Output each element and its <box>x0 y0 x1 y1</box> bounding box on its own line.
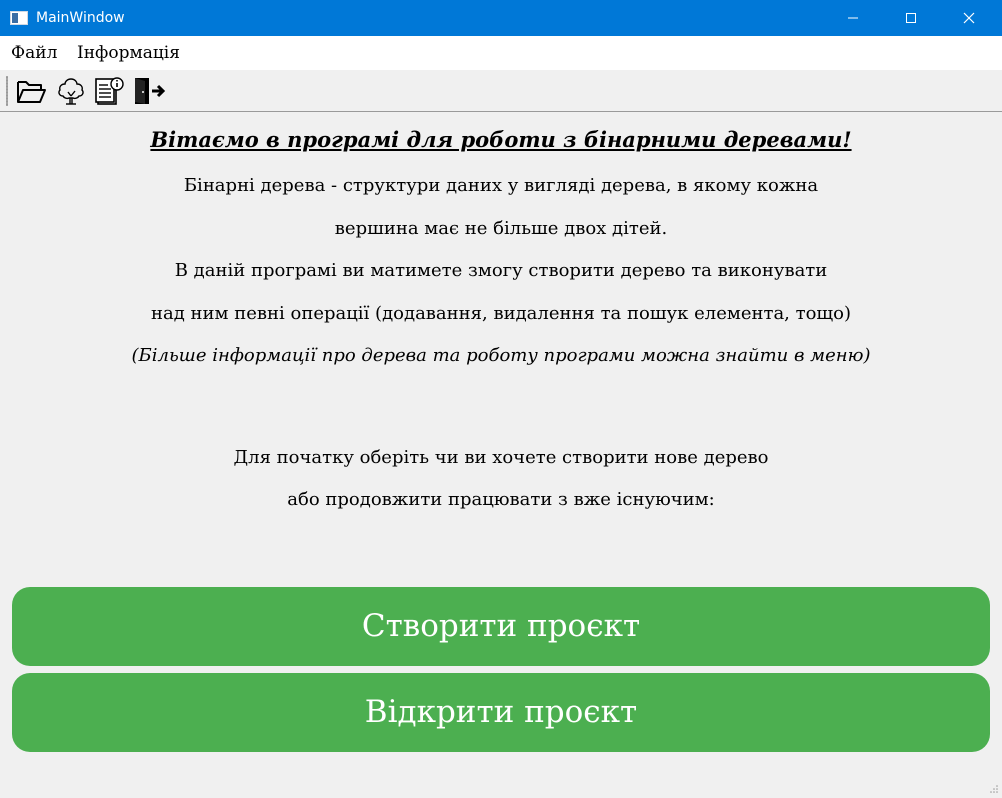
maximize-icon <box>906 13 916 23</box>
open-project-button[interactable]: Відкрити проєкт <box>12 673 990 752</box>
toolbar-grip[interactable] <box>6 76 8 106</box>
description-line: В даній програмі ви матимете змогу створ… <box>174 260 828 281</box>
toolbar <box>0 70 1002 112</box>
open-folder-icon <box>17 81 46 103</box>
info-button[interactable] <box>93 74 127 108</box>
description-line: вершина має не більше двох дітей. <box>334 218 668 239</box>
welcome-heading: Вітаємо в програмі для роботи з бінарним… <box>150 127 852 152</box>
main-content: Вітаємо в програмі для роботи з бінарним… <box>0 112 1002 792</box>
tree-icon <box>58 78 84 105</box>
exit-icon <box>135 78 166 104</box>
open-folder-button[interactable] <box>14 74 48 108</box>
instruction-line: Для початку оберіть чи ви хочете створит… <box>233 447 769 468</box>
menu-file[interactable]: Файл <box>11 43 57 63</box>
description-line: Бінарні дерева - структури даних у вигля… <box>183 175 819 196</box>
title-bar[interactable]: MainWindow <box>0 0 1002 36</box>
minimize-button[interactable] <box>830 0 876 36</box>
create-project-button[interactable]: Створити проєкт <box>12 587 990 666</box>
minimize-icon <box>848 17 858 19</box>
exit-button[interactable] <box>131 74 166 108</box>
menu-hint-text: (Більше інформації про дерева та роботу … <box>131 345 871 366</box>
instruction-line: або продовжити працювати з вже існуючим: <box>287 489 715 510</box>
description-line: над ним певні операції (додавання, видал… <box>150 303 852 324</box>
window-title: MainWindow <box>36 10 125 26</box>
menu-bar: Файл Інформація <box>0 36 1002 70</box>
app-icon <box>10 10 28 25</box>
tree-button[interactable] <box>54 74 88 108</box>
maximize-button[interactable] <box>888 0 934 36</box>
close-button[interactable] <box>946 0 992 36</box>
info-document-icon <box>95 77 124 105</box>
menu-info[interactable]: Інформація <box>77 43 180 63</box>
resize-grip[interactable] <box>989 779 999 793</box>
close-icon <box>963 12 975 24</box>
